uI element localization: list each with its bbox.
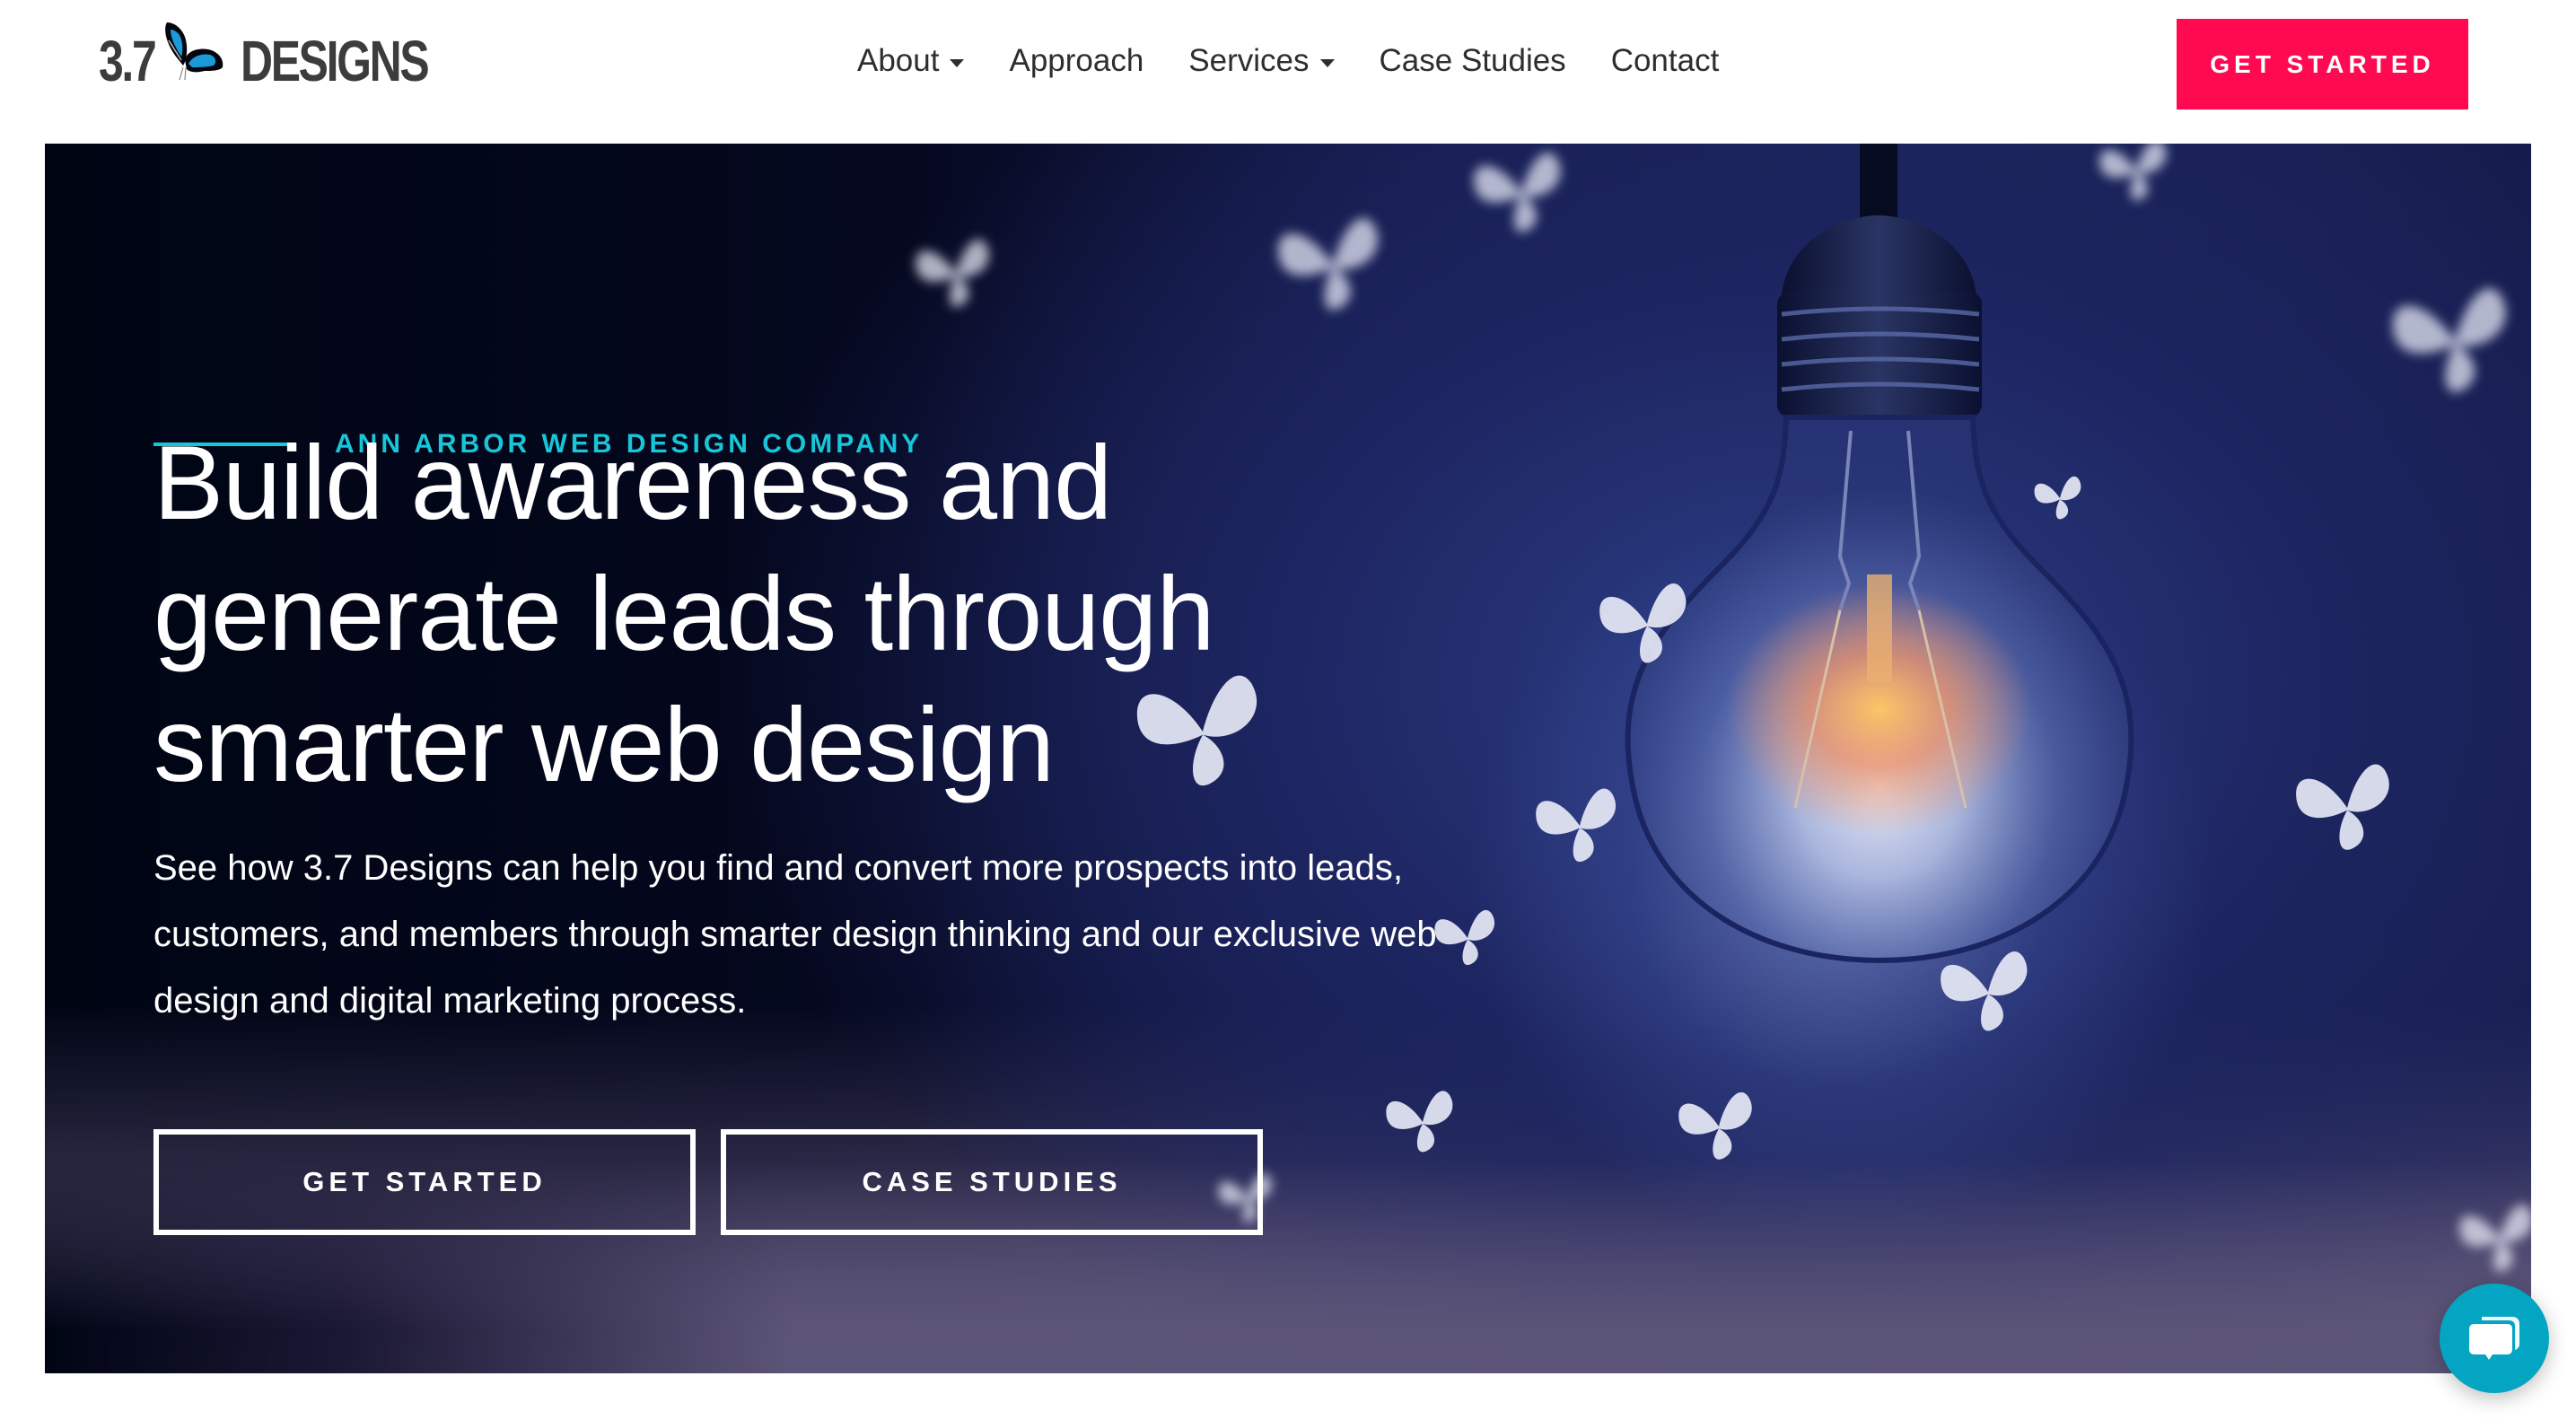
logo-number: 3.7 [99,29,157,93]
hero-get-started-button[interactable]: GET STARTED [153,1129,696,1235]
nav-item-contact[interactable]: Contact [1611,43,1720,79]
logo-word: DESIGNS [241,29,430,93]
butterfly-decoration [916,239,989,307]
chevron-down-icon [1319,58,1335,67]
butterfly-decoration [1599,583,1687,663]
butterfly-decoration [1941,951,2028,1031]
butterfly-decoration [1474,152,1561,232]
hero-section: ANN ARBOR WEB DESIGN COMPANY Build aware… [45,144,2531,1373]
headline-line: smarter web design [153,686,1055,803]
nav-item-label: About [857,43,940,78]
butterfly-decoration [2459,1204,2531,1272]
hero-description: See how 3.7 Designs can help you find an… [153,848,1437,1021]
butterfly-decoration [2296,764,2389,850]
site-header: 3.7 DESIGNS About Approach Services Case… [0,0,2576,144]
main-nav: About Approach Services Case Studies Con… [857,36,1719,86]
headline-line: generate leads through [153,555,1214,672]
hero-case-studies-button[interactable]: CASE STUDIES [721,1129,1263,1235]
chat-widget-button[interactable] [2440,1284,2549,1393]
butterfly-decoration [1278,218,1379,311]
nav-item-label: Case Studies [1379,43,1566,78]
chevron-down-icon [950,58,965,67]
butterfly-decoration [1536,788,1617,863]
butterfly-decoration [2099,144,2167,201]
nav-item-label: Services [1188,43,1310,78]
nav-item-case-studies[interactable]: Case Studies [1380,43,1566,79]
butterfly-decoration [1678,1091,1752,1160]
butterfly-decoration [2392,288,2506,392]
butterfly-icon [165,22,223,81]
header-get-started-button[interactable]: GET STARTED [2177,19,2468,110]
nav-item-about[interactable]: About [857,43,965,79]
hero-headline: Build awareness and generate leads throu… [153,417,1410,811]
chat-bubbles-icon [2469,1317,2519,1360]
nav-item-services[interactable]: Services [1188,43,1335,79]
butterfly-decoration [1386,1091,1453,1153]
headline-line: Build awareness and [153,424,1112,541]
butterfly-decoration [2034,476,2081,520]
logo[interactable]: 3.7 DESIGNS [99,22,480,97]
nav-item-approach[interactable]: Approach [1009,43,1143,79]
nav-item-label: Contact [1610,43,1720,78]
nav-item-label: Approach [1009,43,1144,78]
